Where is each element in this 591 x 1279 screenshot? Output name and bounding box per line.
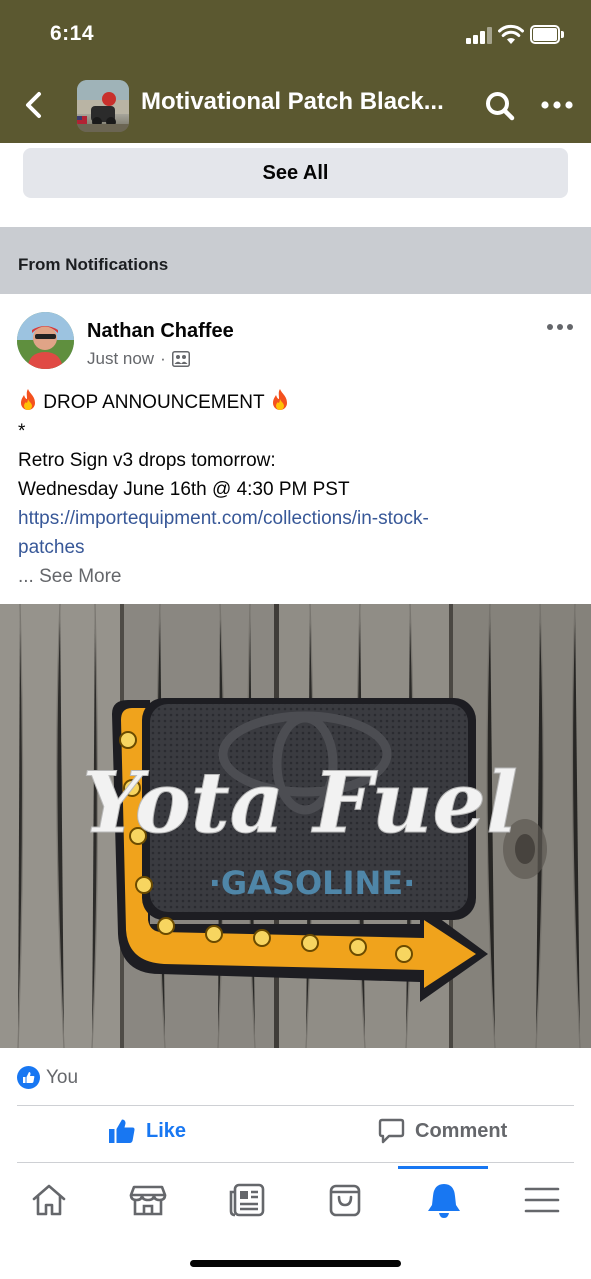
thumbs-up-icon — [109, 1119, 135, 1143]
author-name[interactable]: Nathan Chaffee — [87, 320, 234, 343]
group-title[interactable]: Motivational Patch Black... — [141, 88, 451, 116]
like-label: Like — [146, 1119, 187, 1142]
see-more-link[interactable]: ... See More — [18, 562, 578, 591]
patch-subtitle: ·GASOLINE· — [209, 864, 416, 902]
battery-icon — [530, 25, 564, 44]
post-photo[interactable]: Yota Fuel ·GASOLINE· — [0, 604, 591, 1048]
divider — [17, 1105, 574, 1106]
author-avatar[interactable] — [17, 312, 74, 369]
post-line: Wednesday June 16th @ 4:30 PM PST — [18, 479, 350, 500]
top-header: 6:14 Motivational Patch Black... — [0, 0, 591, 143]
like-button[interactable]: Like — [108, 1118, 186, 1144]
bottom-tab-bar — [0, 1166, 591, 1279]
more-options-icon[interactable] — [540, 94, 574, 116]
active-tab-indicator — [398, 1166, 488, 1169]
status-time: 6:14 — [50, 22, 95, 45]
like-reaction-icon — [17, 1066, 40, 1089]
post-link[interactable]: https://importequipment.com/collections/… — [18, 504, 578, 533]
fire-emoji-icon — [272, 389, 287, 410]
patch-script: Yota Fuel — [82, 753, 518, 852]
comment-button[interactable]: Comment — [378, 1118, 507, 1144]
notifications-icon[interactable] — [424, 1180, 464, 1220]
post-meta: Just now · — [87, 349, 190, 369]
search-icon[interactable] — [484, 90, 516, 122]
post-headline: DROP ANNOUNCEMENT — [43, 392, 265, 413]
group-avatar[interactable] — [77, 80, 129, 132]
comment-icon — [378, 1118, 405, 1144]
group-members-icon — [171, 351, 190, 367]
meta-separator: · — [160, 349, 166, 368]
post-asterisk: * — [18, 421, 26, 442]
section-label: From Notifications — [18, 255, 169, 274]
post-options-icon[interactable] — [546, 320, 574, 334]
home-indicator[interactable] — [190, 1260, 401, 1267]
post-time[interactable]: Just now — [87, 349, 154, 369]
see-all-button[interactable]: See All — [23, 148, 568, 198]
post-link-continued[interactable]: patches — [18, 533, 578, 562]
reaction-summary[interactable]: You — [17, 1066, 78, 1089]
section-header: From Notifications — [0, 227, 591, 294]
menu-icon[interactable] — [522, 1180, 562, 1220]
comment-label: Comment — [415, 1119, 508, 1142]
shop-icon[interactable] — [325, 1180, 365, 1220]
divider — [17, 1162, 574, 1163]
cellular-signal-icon — [466, 26, 492, 44]
marketplace-icon[interactable] — [128, 1180, 168, 1220]
home-icon[interactable] — [29, 1180, 69, 1220]
back-button[interactable] — [20, 90, 48, 120]
post-body: DROP ANNOUNCEMENT * Retro Sign v3 drops … — [18, 388, 578, 591]
post-line: Retro Sign v3 drops tomorrow: — [18, 450, 276, 471]
wifi-icon — [498, 24, 524, 44]
fire-emoji-icon — [21, 389, 35, 410]
reaction-label: You — [46, 1066, 79, 1088]
news-icon[interactable] — [227, 1180, 267, 1220]
